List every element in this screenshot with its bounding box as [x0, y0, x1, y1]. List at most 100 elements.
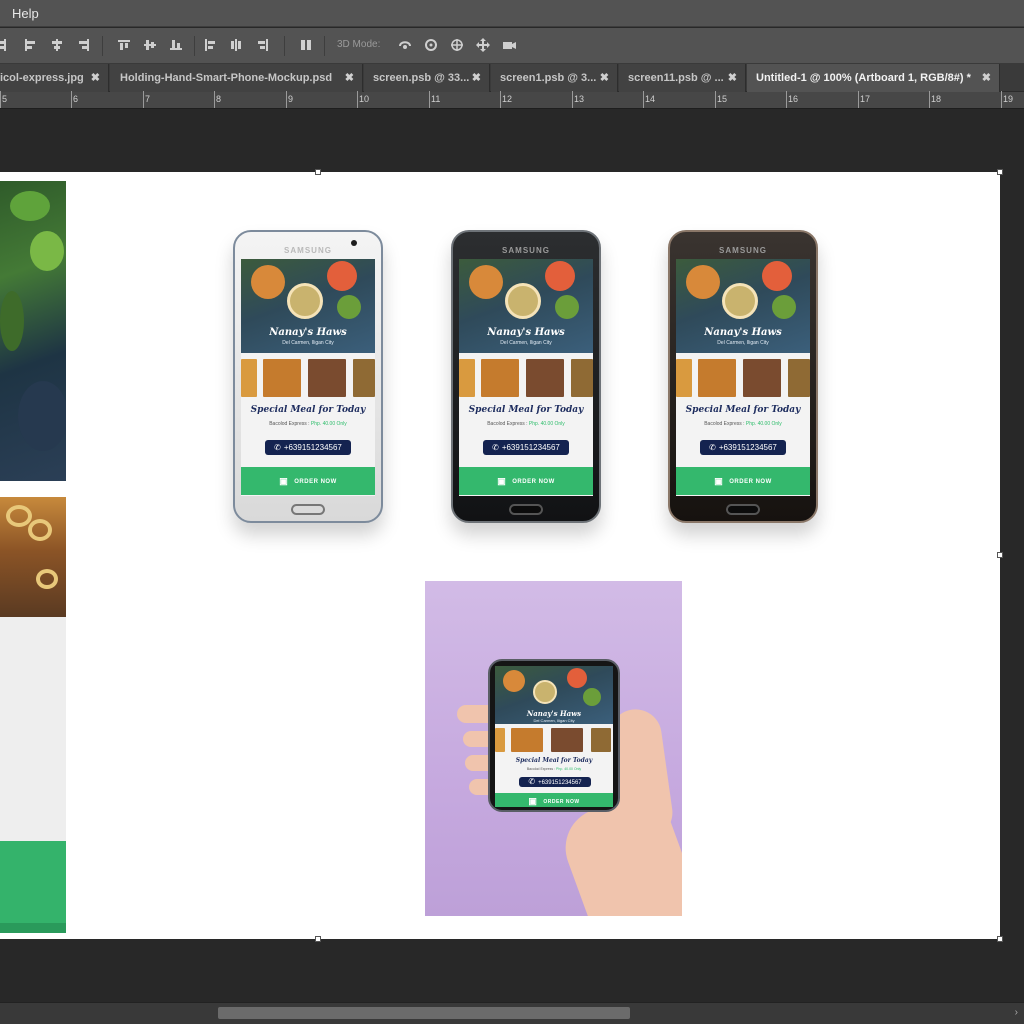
- slide-3d-icon[interactable]: [475, 37, 491, 53]
- tab-bicol-express[interactable]: icol-express.jpg ✖: [0, 64, 109, 92]
- order-now-button[interactable]: ▣ ORDER NOW: [459, 467, 593, 495]
- align-left-edges-icon[interactable]: [22, 37, 38, 53]
- tab-untitled-1[interactable]: Untitled-1 @ 100% (Artboard 1, RGB/8#) *…: [747, 64, 1000, 92]
- dish: [337, 295, 361, 319]
- scale-3d-camera-icon[interactable]: [501, 37, 517, 53]
- close-icon[interactable]: ✖: [982, 71, 991, 84]
- close-icon[interactable]: ✖: [600, 71, 609, 84]
- app-location: Del Carmen, Iligan City: [500, 340, 552, 346]
- menu-thumbnail[interactable]: [511, 728, 543, 752]
- transform-handle[interactable]: [997, 169, 1003, 175]
- dish: [327, 261, 357, 291]
- ruler-number: 8: [216, 94, 222, 104]
- menu-thumbnail[interactable]: [526, 359, 564, 397]
- tab-screen1-psb[interactable]: screen1.psb @ 3... ✖: [491, 64, 618, 92]
- menu-thumbnail[interactable]: [308, 359, 346, 397]
- ruler-number: 7: [145, 94, 151, 104]
- home-button: [291, 504, 325, 515]
- scrollbar-thumb[interactable]: [218, 1007, 630, 1019]
- ruler-tick: [786, 91, 787, 108]
- transform-handle[interactable]: [997, 552, 1003, 558]
- roll-3d-icon[interactable]: [423, 37, 439, 53]
- transform-handle[interactable]: [315, 169, 321, 175]
- plate: [18, 381, 66, 451]
- menu-thumbnail[interactable]: [481, 359, 519, 397]
- menu-thumbnail[interactable]: [263, 359, 301, 397]
- tab-holding-hand-mockup[interactable]: Holding-Hand-Smart-Phone-Mockup.psd ✖: [110, 64, 363, 92]
- menu-help[interactable]: Help: [12, 6, 39, 21]
- distribute-horizontal-centers-icon[interactable]: [228, 37, 244, 53]
- close-icon[interactable]: ✖: [345, 71, 354, 84]
- ruler-tick: [858, 91, 859, 108]
- phone-mockup-white[interactable]: SAMSUNG Nanay's Haws Del Carmen, Iligan …: [233, 230, 383, 523]
- hand-phone[interactable]: Nanay's Haws Del Carmen, Iligan City Spe…: [488, 659, 620, 812]
- scroll-right-icon[interactable]: ›: [1015, 1007, 1018, 1018]
- phone-mockup-bronze[interactable]: SAMSUNG Nanay's Haws Del Carmen, Iligan …: [668, 230, 818, 523]
- menu-thumbnail[interactable]: [743, 359, 781, 397]
- menu-thumbnail[interactable]: [551, 728, 583, 752]
- menu-thumbnail[interactable]: [241, 359, 257, 397]
- photoshop-window: Help 3D Mode: icol-express.jpg ✖ Holding…: [0, 0, 1024, 1024]
- order-now-button[interactable]: ▣ ORDER NOW: [676, 467, 810, 495]
- transform-handle[interactable]: [315, 936, 321, 942]
- order-now-button[interactable]: ▣ ORDER NOW: [241, 467, 375, 495]
- call-button[interactable]: ✆ +639151234567: [519, 777, 591, 787]
- cart-icon: ▣: [528, 796, 538, 806]
- distribute-right-icon[interactable]: [255, 37, 271, 53]
- drag-3d-icon[interactable]: [449, 37, 465, 53]
- menu-thumbnail[interactable]: [495, 728, 505, 752]
- ruler-tick: [715, 91, 716, 108]
- price-line: Bacolod Express : Php. 40.00 Only: [459, 421, 593, 427]
- call-button[interactable]: ✆ +639151234567: [700, 440, 786, 455]
- app-location: Del Carmen, Iligan City: [717, 340, 769, 346]
- align-right-edges-icon[interactable]: [0, 37, 10, 53]
- phone-icon: ✆: [709, 443, 716, 452]
- close-icon[interactable]: ✖: [472, 71, 481, 84]
- menu-thumbnail[interactable]: [676, 359, 692, 397]
- cart-icon: ▣: [279, 476, 289, 486]
- app-screen: Nanay's Haws Del Carmen, Iligan City Spe…: [459, 259, 593, 496]
- tab-screen-psb[interactable]: screen.psb @ 33... ✖: [364, 64, 490, 92]
- app-screen: Nanay's Haws Del Carmen, Iligan City Spe…: [495, 666, 613, 807]
- call-button[interactable]: ✆ +639151234567: [265, 440, 351, 455]
- menu-thumbnails: [495, 728, 613, 752]
- auto-align-layers-icon[interactable]: [298, 37, 314, 53]
- ruler-number: 9: [288, 94, 294, 104]
- rotate-3d-icon[interactable]: [397, 37, 413, 53]
- transform-handle[interactable]: [997, 936, 1003, 942]
- align-horizontal-centers-icon[interactable]: [49, 37, 65, 53]
- dish: [469, 265, 503, 299]
- menu-thumbnail[interactable]: [698, 359, 736, 397]
- ruler-tick: [214, 91, 215, 108]
- horizontal-scrollbar[interactable]: ›: [0, 1002, 1024, 1024]
- distribute-vertical-centers-icon[interactable]: [142, 37, 158, 53]
- phone-number: +639151234567: [718, 443, 777, 452]
- tab-screen11-psb[interactable]: screen11.psb @ ... ✖: [619, 64, 746, 92]
- order-label: ORDER NOW: [729, 479, 772, 485]
- menu-thumbnail[interactable]: [571, 359, 593, 397]
- cart-icon: ▣: [714, 476, 724, 486]
- align-right-icon[interactable]: [75, 37, 91, 53]
- menu-thumbnails: [241, 359, 375, 397]
- distribute-bottom-icon[interactable]: [168, 37, 184, 53]
- close-icon[interactable]: ✖: [728, 71, 737, 84]
- order-label: ORDER NOW: [543, 799, 580, 805]
- menu-thumbnail[interactable]: [353, 359, 375, 397]
- order-now-button[interactable]: ▣ ORDER NOW: [495, 793, 613, 807]
- app-screen: Nanay's Haws Del Carmen, Iligan City Spe…: [241, 259, 375, 496]
- distribute-left-icon[interactable]: [202, 37, 218, 53]
- distribute-top-icon[interactable]: [116, 37, 132, 53]
- menu-thumbnail[interactable]: [591, 728, 611, 752]
- menu-thumbnail[interactable]: [788, 359, 810, 397]
- close-icon[interactable]: ✖: [91, 71, 100, 84]
- hero-banner: Nanay's Haws Del Carmen, Iligan City: [676, 259, 810, 353]
- ruler-tick: [929, 91, 930, 108]
- ruler-tick: [1001, 91, 1002, 108]
- menu-thumbnail[interactable]: [459, 359, 475, 397]
- phone-number: +639151234567: [538, 780, 582, 786]
- call-button[interactable]: ✆ +639151234567: [483, 440, 569, 455]
- phone-number: +639151234567: [501, 443, 560, 452]
- phone-mockup-black[interactable]: SAMSUNG Nanay's Haws Del Carmen, Iligan …: [451, 230, 601, 523]
- price-line: Bacolod Express : Php. 40.00 Only: [241, 421, 375, 427]
- app-location: Del Carmen, Iligan City: [533, 718, 575, 723]
